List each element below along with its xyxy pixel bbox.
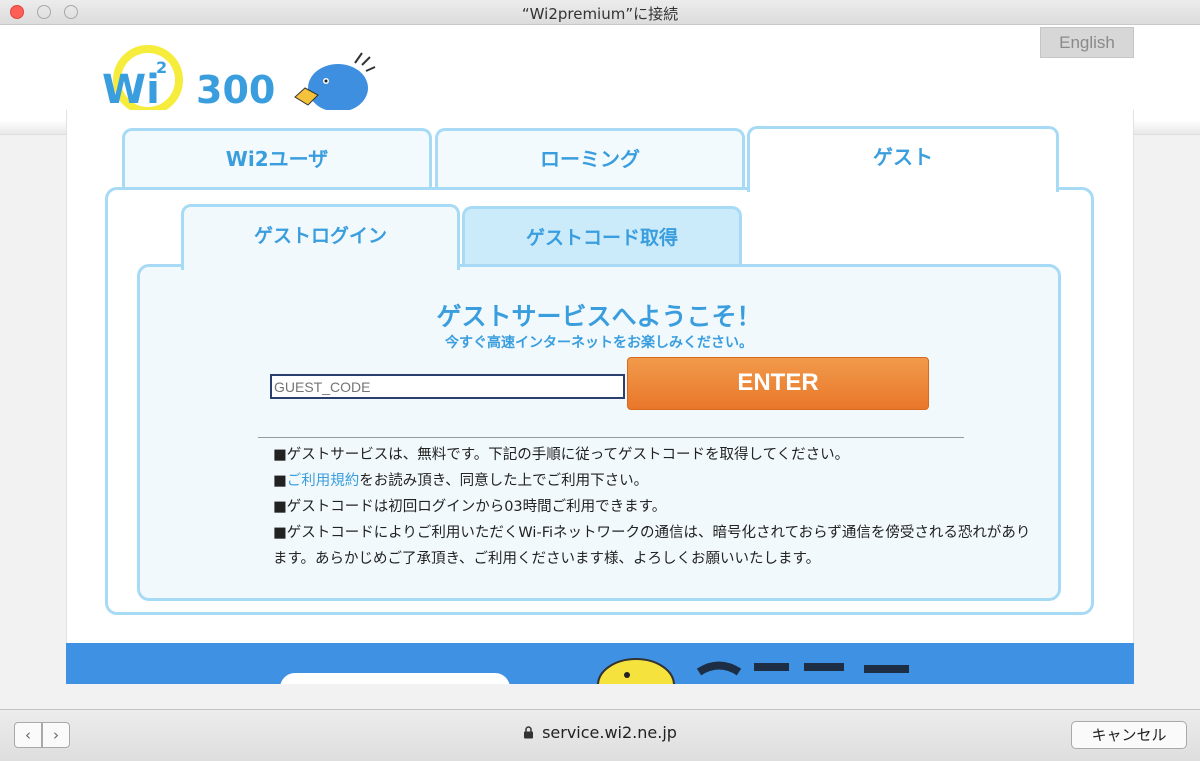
subtab-guest-login[interactable]: ゲストログイン bbox=[181, 204, 460, 270]
note-line: ■ゲストコードは初回ログインから03時間ご利用できます。 bbox=[273, 499, 667, 515]
terms-of-use-link[interactable]: ご利用規約 bbox=[287, 473, 360, 489]
note-line: ■ご利用規約をお読み頂き、同意した上でご利用下さい。 bbox=[273, 468, 1043, 494]
subtab-guest-code[interactable]: ゲストコード取得 bbox=[462, 206, 742, 266]
url-display: service.wi2.ne.jp bbox=[0, 723, 1200, 742]
footer-banner bbox=[66, 643, 1134, 684]
notes-divider bbox=[258, 437, 964, 438]
tab-wi2-user[interactable]: Wi2ユーザ bbox=[122, 128, 432, 188]
lock-icon bbox=[524, 726, 534, 739]
english-language-button[interactable]: English bbox=[1040, 27, 1134, 58]
url-text: service.wi2.ne.jp bbox=[542, 723, 677, 742]
tab-guest[interactable]: ゲスト bbox=[747, 126, 1059, 192]
welcome-title: ゲストサービスへようこそ！ bbox=[436, 302, 762, 331]
guest-code-input[interactable] bbox=[270, 374, 625, 399]
note-text: をお読み頂き、同意した上でご利用下さい。 bbox=[359, 473, 649, 489]
guest-login-panel: ゲストサービスへようこそ！ 今すぐ高速インターネットをお楽しみください。 ENT… bbox=[137, 264, 1061, 601]
sheet-toolbar: ‹ › service.wi2.ne.jp キャンセル bbox=[0, 709, 1200, 761]
footer-banner-pill bbox=[280, 673, 510, 684]
cancel-button[interactable]: キャンセル bbox=[1071, 721, 1187, 749]
tab-roaming[interactable]: ローミング bbox=[435, 128, 745, 188]
svg-text:2: 2 bbox=[156, 58, 167, 77]
enter-button[interactable]: ENTER bbox=[627, 357, 929, 410]
svg-text:Wi: Wi bbox=[102, 67, 160, 113]
svg-text:300: 300 bbox=[196, 68, 275, 112]
welcome-subtitle: 今すぐ高速インターネットをお楽しみください。 bbox=[445, 335, 753, 351]
note-bullet: ■ bbox=[273, 473, 287, 489]
note-line: ■ゲストサービスは、無料です。下記の手順に従ってゲストコードを取得してください。 bbox=[273, 447, 850, 463]
window-title: “Wi2premium”に接続 bbox=[521, 5, 679, 23]
banner-text-graphic bbox=[696, 661, 909, 676]
guest-notes: ■ゲストサービスは、無料です。下記の手順に従ってゲストコードを取得してください。… bbox=[273, 442, 1043, 572]
note-line: ■ゲストコードによりご利用いただくWi-Fiネットワークの通信は、暗号化されてお… bbox=[273, 525, 1031, 567]
window-titlebar: “Wi2premium”に接続 bbox=[0, 0, 1200, 25]
elephant-mascot-icon bbox=[597, 658, 675, 684]
